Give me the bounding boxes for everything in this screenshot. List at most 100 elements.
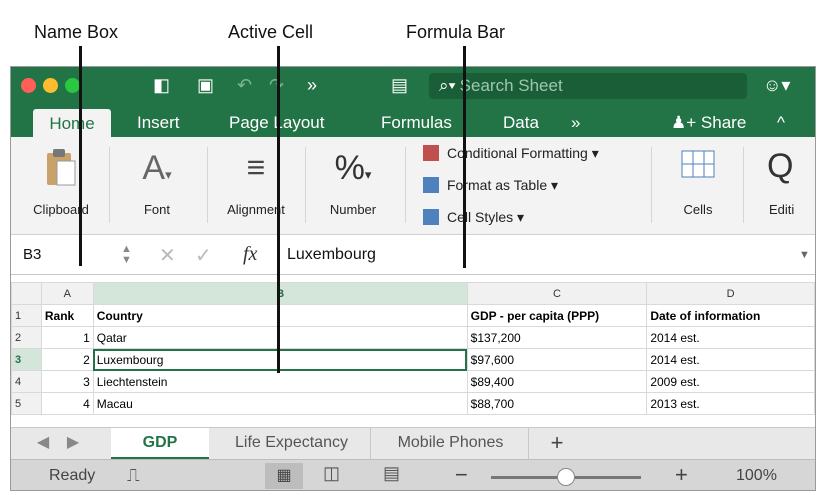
formula-bar-pointer <box>463 46 466 268</box>
cell[interactable]: $89,400 <box>466 370 648 393</box>
tab-sheet-life-expectancy[interactable]: Life Expectancy <box>213 428 371 460</box>
row-header[interactable]: 1 <box>11 304 42 327</box>
cell[interactable]: 2014 est. <box>646 348 815 371</box>
cell[interactable]: GDP - per capita (PPP) <box>466 304 648 327</box>
expand-formula-bar-icon[interactable]: ▼ <box>799 249 810 261</box>
formula-bar: B3 ▲ ▼ ✕ ✓ fx Luxembourg ▼ <box>11 237 815 275</box>
cell[interactable]: 2009 est. <box>646 370 815 393</box>
column-header-a[interactable]: A <box>40 282 94 305</box>
row-header[interactable]: 2 <box>11 326 42 349</box>
font-label: Font <box>143 202 170 217</box>
tab-formulas[interactable]: Formulas <box>381 113 452 133</box>
conditional-formatting-icon <box>423 145 439 161</box>
tab-data[interactable]: Data <box>503 113 539 133</box>
editing-label: Editi <box>769 202 795 217</box>
ribbon-tab-bar: Home Insert Page Layout Formulas Data » … <box>11 105 815 137</box>
minimize-window-button[interactable] <box>43 78 58 93</box>
select-all-corner[interactable] <box>11 282 42 305</box>
column-header-d[interactable]: D <box>646 282 815 305</box>
cell[interactable]: Qatar <box>92 326 468 349</box>
previous-sheet-icon[interactable]: ◀ <box>33 428 53 460</box>
ribbon-divider <box>405 147 406 223</box>
cell[interactable]: Rank <box>40 304 94 327</box>
normal-view-icon[interactable]: ▦ <box>265 463 303 489</box>
cell[interactable]: 2014 est. <box>646 326 815 349</box>
tab-sheet-mobile-phones[interactable]: Mobile Phones <box>373 428 529 460</box>
editing-icon: Q <box>767 147 794 185</box>
cell[interactable]: 4 <box>40 392 94 415</box>
insert-function-button[interactable]: fx <box>243 243 257 266</box>
format-as-table-button[interactable]: Format as Table ▾ <box>423 177 558 194</box>
close-window-button[interactable] <box>21 78 36 93</box>
add-sheet-button[interactable]: + <box>531 428 583 460</box>
cell[interactable]: 1 <box>40 326 94 349</box>
tab-sheet-gdp[interactable]: GDP <box>111 428 209 460</box>
sidebar-icon[interactable]: ◧ <box>153 75 170 96</box>
row-header[interactable]: 5 <box>11 392 42 415</box>
active-cell[interactable]: Luxembourg <box>92 348 468 371</box>
conditional-formatting-button[interactable]: Conditional Formatting ▾ <box>423 145 599 162</box>
column-header-c[interactable]: C <box>466 282 648 305</box>
zoom-window-button[interactable] <box>65 78 80 93</box>
search-sheet-input[interactable]: ⌕▾ Search Sheet <box>429 73 747 99</box>
tab-home[interactable]: Home <box>33 109 111 137</box>
tab-more-button[interactable]: » <box>571 113 580 133</box>
cell[interactable]: 2013 est. <box>646 392 815 415</box>
clipboard-icon <box>47 149 76 186</box>
cell[interactable]: Macau <box>92 392 468 415</box>
tab-insert[interactable]: Insert <box>137 113 180 133</box>
cell[interactable]: $97,600 <box>466 348 648 371</box>
cell[interactable]: Country <box>92 304 468 327</box>
zoom-out-button[interactable]: − <box>455 462 468 488</box>
feedback-smiley-icon[interactable]: ☺▾ <box>763 75 790 96</box>
cell[interactable]: 3 <box>40 370 94 393</box>
cell[interactable]: Liechtenstein <box>92 370 468 393</box>
clipboard-group[interactable]: Clipboard <box>21 137 101 235</box>
status-bar: Ready ⎍ ▦ ◫ ▤ − + 100% <box>11 459 815 490</box>
macro-record-icon[interactable]: ⎍ <box>127 465 140 486</box>
formula-bar-annotation: Formula Bar <box>406 22 506 42</box>
column-header-b[interactable]: B <box>92 282 468 305</box>
cell[interactable]: 2 <box>40 348 94 371</box>
table-row: 2 1 Qatar $137,200 2014 est. <box>11 326 815 349</box>
name-box-pointer <box>79 46 82 266</box>
ribbon-divider <box>109 147 110 223</box>
toolbar-overflow-button[interactable]: » <box>307 75 317 96</box>
save-icon[interactable]: ▣ <box>197 75 214 96</box>
status-text: Ready <box>49 467 96 484</box>
zoom-slider[interactable] <box>491 468 641 486</box>
formula-input[interactable]: Luxembourg <box>287 246 376 264</box>
row-header[interactable]: 4 <box>11 370 42 393</box>
next-sheet-icon[interactable]: ▶ <box>63 428 83 460</box>
undo-icon[interactable]: ↶ <box>237 75 252 96</box>
zoom-in-button[interactable]: + <box>675 462 688 488</box>
name-box-annotation: Name Box <box>34 22 119 42</box>
search-icon: ⌕▾ <box>439 76 456 95</box>
font-group[interactable]: A▾ Font <box>117 137 197 235</box>
cell[interactable]: $88,700 <box>466 392 648 415</box>
cell[interactable]: $137,200 <box>466 326 648 349</box>
cell[interactable]: Date of information <box>646 304 815 327</box>
alignment-group[interactable]: ≡ Alignment <box>215 137 297 235</box>
spreadsheet-grid: A B C D 1 Rank Country GDP - per capita … <box>11 282 815 427</box>
table-row: 3 2 Luxembourg $97,600 2014 est. <box>11 348 815 371</box>
cancel-icon[interactable]: ✕ <box>159 243 176 268</box>
share-button[interactable]: ♟+ Share <box>671 113 746 133</box>
font-icon: A▾ <box>142 149 172 187</box>
page-layout-view-icon[interactable]: ◫ <box>323 463 340 484</box>
cells-group[interactable]: Cells <box>661 137 735 235</box>
number-label: Number <box>329 202 377 217</box>
enter-check-icon[interactable]: ✓ <box>195 243 212 268</box>
name-box-stepper[interactable]: ▲ ▼ <box>121 244 132 266</box>
cells-grid-icon <box>681 150 715 178</box>
zoom-slider-handle[interactable] <box>557 468 575 486</box>
ribbon-divider <box>651 147 652 223</box>
row-header[interactable]: 3 <box>11 348 42 371</box>
name-box[interactable]: B3 <box>23 246 41 263</box>
number-group[interactable]: %▾ Number <box>313 137 393 235</box>
add-person-icon: ♟+ <box>671 113 701 132</box>
cell-styles-button[interactable]: Cell Styles ▾ <box>423 209 524 226</box>
editing-group[interactable]: Q Editi <box>751 137 811 235</box>
collapse-ribbon-button[interactable]: ^ <box>777 113 785 133</box>
page-break-view-icon[interactable]: ▤ <box>383 463 400 484</box>
